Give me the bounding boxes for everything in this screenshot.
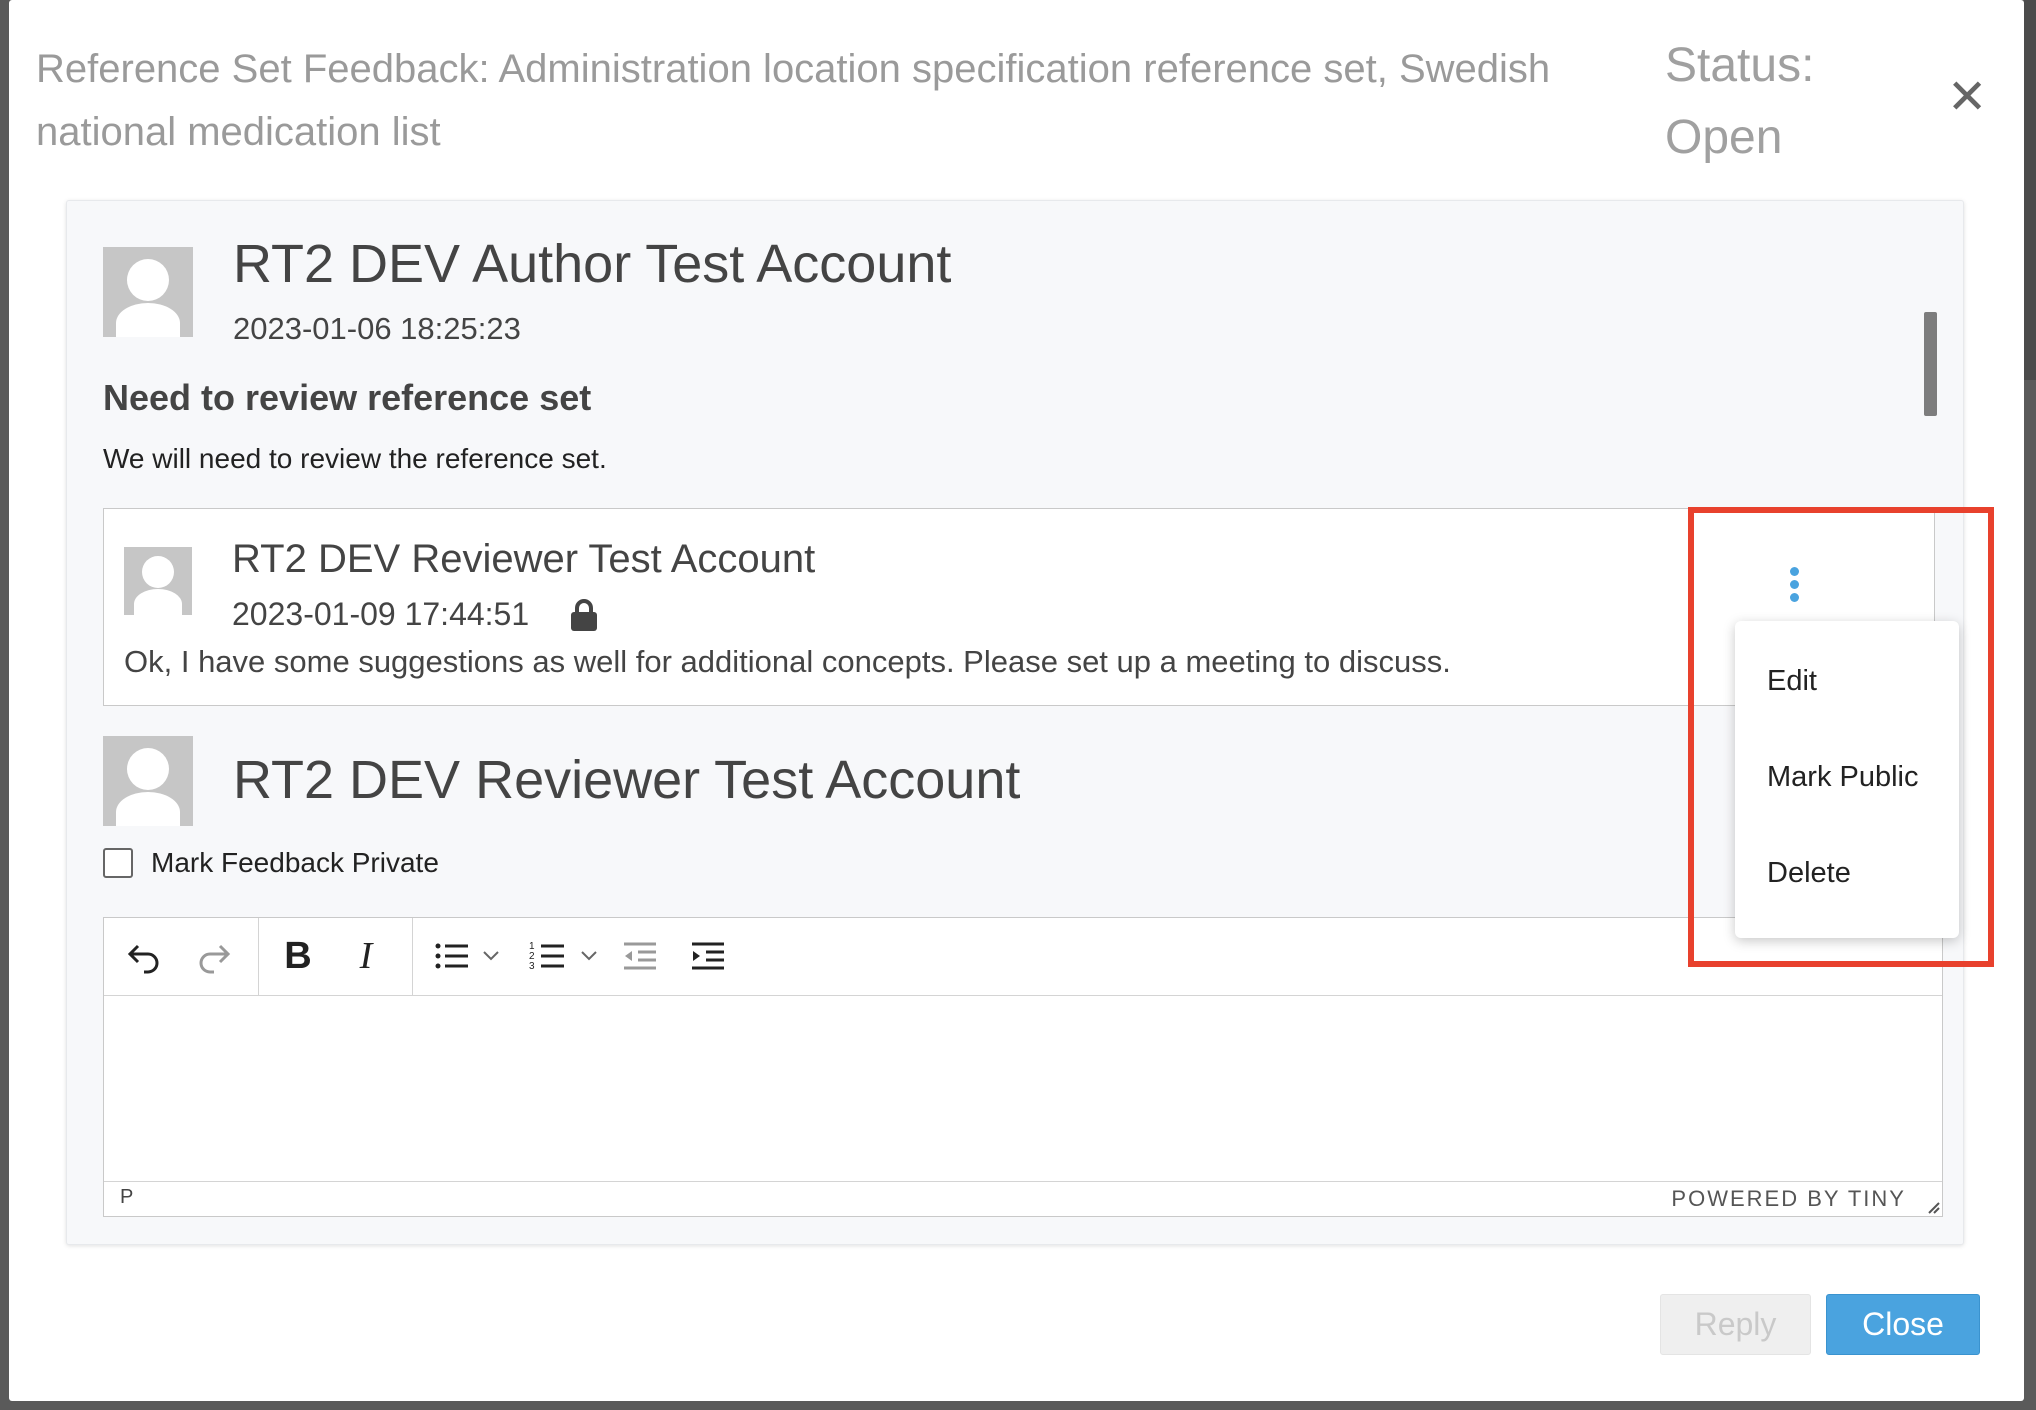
- feedback-body: We will need to review the reference set…: [103, 443, 607, 474]
- bullet-list-chevron-icon[interactable]: [480, 936, 502, 976]
- compose-avatar: [103, 736, 193, 826]
- dialog-title: Reference Set Feedback: Administration l…: [36, 47, 1551, 154]
- feedback-author: RT2 DEV Author Test Account: [233, 234, 952, 294]
- feedback-panel: RT2 DEV Author Test Account 2023-01-06 1…: [66, 200, 1964, 1245]
- undo-icon[interactable]: [124, 936, 164, 976]
- private-row: Mark Feedback Private: [103, 847, 439, 879]
- reply-text: Ok, I have some suggestions as well for …: [124, 644, 1451, 679]
- reply-button[interactable]: Reply: [1660, 1294, 1811, 1355]
- close-icon[interactable]: ✕: [1947, 74, 1987, 122]
- mark-private-checkbox[interactable]: [103, 848, 133, 878]
- status-value: Open: [1665, 111, 1783, 164]
- outdent-icon[interactable]: [620, 936, 660, 976]
- bold-button[interactable]: B: [278, 936, 318, 976]
- reply-timestamp: 2023-01-09 17:44:51: [232, 596, 530, 632]
- resize-handle-icon[interactable]: [1924, 1198, 1940, 1214]
- indent-icon[interactable]: [688, 936, 728, 976]
- close-button[interactable]: Close: [1826, 1294, 1980, 1355]
- editor-statusbar: P POWERED BY TINY: [104, 1181, 1942, 1216]
- element-path[interactable]: P: [120, 1186, 133, 1209]
- svg-text:3: 3: [529, 961, 535, 972]
- feedback-timestamp: 2023-01-06 18:25:23: [233, 311, 521, 346]
- numbered-list-chevron-icon[interactable]: [578, 936, 600, 976]
- reply-item: RT2 DEV Reviewer Test Account 2023-01-09…: [103, 508, 1935, 706]
- reply-author: RT2 DEV Reviewer Test Account: [232, 537, 816, 581]
- reply-avatar: [124, 547, 192, 615]
- editor-content-area[interactable]: [104, 996, 1942, 1181]
- lock-icon: [571, 599, 597, 631]
- backdrop-edge: [2024, 0, 2036, 380]
- mark-private-label[interactable]: Mark Feedback Private: [151, 847, 439, 879]
- feedback-title: Need to review reference set: [103, 377, 592, 418]
- history-group: [104, 918, 259, 995]
- italic-button[interactable]: I: [346, 936, 386, 976]
- compose-author: RT2 DEV Reviewer Test Account: [233, 750, 1021, 810]
- status-label: Status:: [1665, 39, 1815, 92]
- author-avatar: [103, 247, 193, 337]
- rich-text-editor: B I 123 P POWERED BY TINY: [103, 917, 1943, 1217]
- redo-icon[interactable]: [194, 936, 234, 976]
- powered-by-link[interactable]: POWERED BY TINY: [1671, 1186, 1906, 1212]
- reply-scrollbar[interactable]: [1924, 312, 1937, 416]
- status-block: Status: Open: [1665, 30, 1865, 174]
- annotation-highlight-box: [1688, 507, 1994, 967]
- bullet-list-icon[interactable]: [432, 936, 472, 976]
- numbered-list-icon[interactable]: 123: [528, 936, 568, 976]
- editor-toolbar: B I 123: [104, 918, 1942, 996]
- format-group: B I: [258, 918, 413, 995]
- feedback-dialog: Reference Set Feedback: Administration l…: [9, 0, 2024, 1401]
